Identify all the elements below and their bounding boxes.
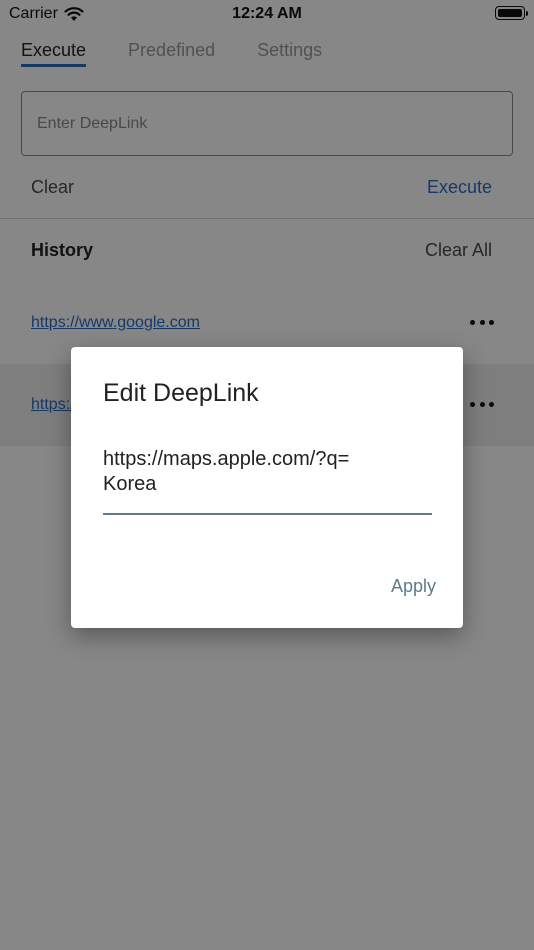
dialog-deeplink-field[interactable]: [103, 447, 432, 515]
edit-deeplink-dialog: Edit DeepLink Apply: [71, 347, 463, 628]
dialog-title: Edit DeepLink: [103, 379, 259, 407]
app-screen: Carrier 12:24 AM Execute Predefined Sett…: [0, 0, 534, 950]
apply-button[interactable]: Apply: [391, 576, 436, 597]
